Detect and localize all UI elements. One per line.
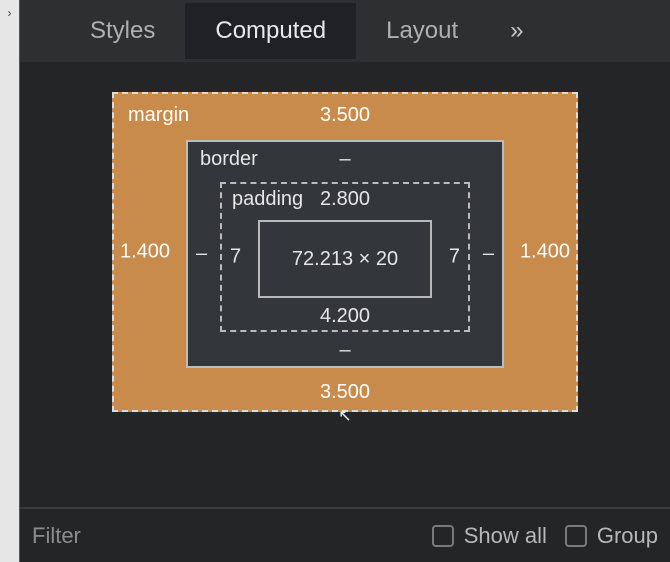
filter-bar: Filter Show all Group — [20, 507, 670, 562]
margin-box[interactable]: margin 3.500 1.400 3.500 1.400 border – … — [112, 92, 578, 412]
tab-computed[interactable]: Computed — [185, 3, 356, 59]
filter-input[interactable]: Filter — [32, 523, 414, 549]
padding-box[interactable]: padding 2.800 7 4.200 7 72.213 × 20 — [220, 182, 470, 332]
group-checkbox[interactable]: Group — [565, 523, 658, 549]
box-model-area: margin 3.500 1.400 3.500 1.400 border – … — [20, 62, 670, 507]
margin-label: margin — [128, 104, 189, 127]
padding-right-value[interactable]: 7 — [449, 246, 460, 269]
border-label: border — [200, 148, 258, 171]
panel-tabs: Styles Computed Layout » — [20, 0, 670, 62]
tab-layout[interactable]: Layout — [356, 3, 488, 59]
border-left-value[interactable]: – — [196, 243, 207, 266]
cursor-icon: ↖ — [338, 406, 351, 426]
tab-overflow-icon[interactable]: » — [488, 3, 545, 59]
border-bottom-value[interactable]: – — [339, 339, 350, 362]
content-box[interactable]: 72.213 × 20 — [258, 220, 432, 298]
border-box[interactable]: border – – – – padding 2.800 7 4.200 7 7… — [186, 140, 504, 368]
content-dimensions: 72.213 × 20 — [292, 248, 398, 271]
show-all-checkbox[interactable]: Show all — [432, 523, 547, 549]
padding-top-value[interactable]: 2.800 — [320, 188, 370, 211]
checkbox-icon — [432, 525, 454, 547]
tab-styles[interactable]: Styles — [60, 3, 185, 59]
margin-left-value[interactable]: 1.400 — [120, 241, 170, 264]
padding-left-value[interactable]: 7 — [230, 246, 241, 269]
margin-top-value[interactable]: 3.500 — [320, 104, 370, 127]
checkbox-icon — [565, 525, 587, 547]
gutter-chevron-icon: › — [8, 6, 12, 20]
editor-gutter: › — [0, 0, 20, 562]
show-all-label: Show all — [464, 523, 547, 549]
padding-label: padding — [232, 188, 303, 211]
border-right-value[interactable]: – — [483, 243, 494, 266]
group-label: Group — [597, 523, 658, 549]
padding-bottom-value[interactable]: 4.200 — [320, 305, 370, 328]
margin-bottom-value[interactable]: 3.500 — [320, 381, 370, 404]
devtools-panel: Styles Computed Layout » margin 3.500 1.… — [20, 0, 670, 562]
margin-right-value[interactable]: 1.400 — [520, 241, 570, 264]
border-top-value[interactable]: – — [339, 148, 350, 171]
